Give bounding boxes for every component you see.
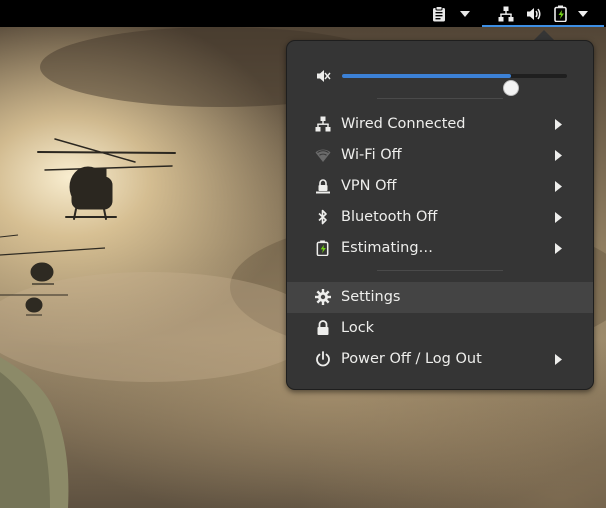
battery-charging-icon bbox=[554, 5, 567, 22]
power-icon bbox=[316, 351, 330, 367]
menu-item-label: VPN Off bbox=[341, 178, 397, 194]
volume-high-icon bbox=[527, 7, 541, 20]
volume-slider-fill bbox=[342, 74, 511, 78]
menu-item-label: Settings bbox=[341, 289, 401, 305]
chevron-right-icon bbox=[555, 243, 562, 254]
volume-slider-handle[interactable] bbox=[502, 80, 519, 96]
top-bar bbox=[0, 0, 606, 27]
network-wired-icon bbox=[315, 116, 331, 132]
menu-pointer-arrow bbox=[534, 30, 554, 40]
chevron-right-icon bbox=[555, 354, 562, 365]
menu-item-label: Wi-Fi Off bbox=[341, 147, 402, 163]
menu-item-wired[interactable]: Wired Connected bbox=[287, 109, 593, 140]
network-wired-icon bbox=[498, 6, 514, 21]
chevron-down-icon bbox=[578, 10, 588, 17]
menu-item-label: Estimating… bbox=[341, 240, 434, 256]
menu-item-label: Power Off / Log Out bbox=[341, 351, 482, 367]
clipboard-icon bbox=[433, 5, 445, 21]
menu-item-wifi[interactable]: Wi-Fi Off bbox=[287, 140, 593, 171]
vpn-icon bbox=[316, 179, 330, 194]
volume-slider[interactable] bbox=[342, 74, 567, 96]
wifi-off-icon bbox=[315, 149, 331, 162]
chevron-right-icon bbox=[555, 181, 562, 192]
menu-item-label: Wired Connected bbox=[341, 116, 466, 132]
chevron-right-icon bbox=[555, 150, 562, 161]
battery-charging-icon bbox=[316, 240, 329, 256]
menu-item-settings[interactable]: Settings bbox=[287, 282, 593, 313]
menu-item-label: Lock bbox=[341, 320, 375, 336]
menu-item-power[interactable]: Power Off / Log Out bbox=[287, 344, 593, 375]
separator bbox=[377, 98, 503, 99]
menu-item-bluetooth[interactable]: Bluetooth Off bbox=[287, 202, 593, 233]
bluetooth-icon bbox=[318, 209, 327, 225]
chevron-down-icon bbox=[460, 10, 470, 17]
menu-item-battery[interactable]: Estimating… bbox=[287, 233, 593, 264]
volume-row bbox=[287, 61, 593, 96]
system-menu: Wired Connected Wi-Fi Off VPN Off Blueto… bbox=[286, 40, 594, 390]
gear-icon bbox=[315, 289, 331, 305]
volume-muted-icon[interactable] bbox=[315, 68, 331, 84]
lock-icon bbox=[317, 320, 329, 335]
system-indicator[interactable] bbox=[482, 0, 604, 27]
chevron-right-icon bbox=[555, 212, 562, 223]
menu-item-lock[interactable]: Lock bbox=[287, 313, 593, 344]
active-indicator-underline bbox=[482, 25, 604, 27]
menu-item-vpn[interactable]: VPN Off bbox=[287, 171, 593, 202]
chevron-right-icon bbox=[555, 119, 562, 130]
clipboard-indicator[interactable] bbox=[426, 0, 476, 27]
separator bbox=[377, 270, 503, 271]
menu-item-label: Bluetooth Off bbox=[341, 209, 438, 225]
